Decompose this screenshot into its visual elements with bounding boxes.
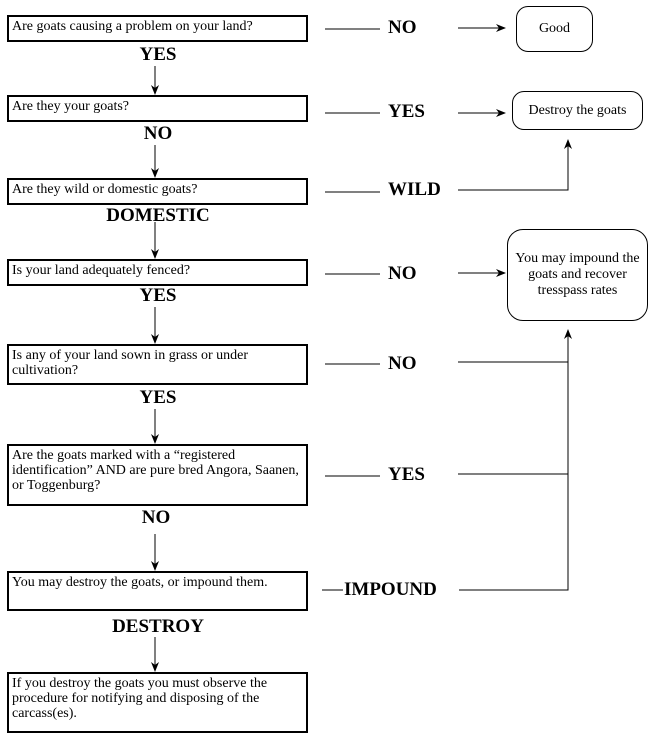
down-label-5: YES (139, 387, 177, 408)
question-text: You may destroy the goats, or impound th… (12, 575, 268, 590)
side-arrow-q3 (458, 139, 572, 191)
side-arrow-q7 (459, 329, 572, 591)
side-label-2: YES (388, 101, 425, 122)
side-label-5: NO (388, 353, 417, 374)
outcome-good-text: Good (538, 21, 571, 36)
outcome-impound: You may impound the goats and recover tr… (507, 229, 648, 321)
side-label-6: YES (388, 464, 425, 485)
outcome-impound-text: You may impound the goats and recover tr… (515, 251, 640, 298)
side-label-7: IMPOUND (344, 579, 437, 600)
down-label-1: YES (139, 44, 177, 65)
down-label-4: YES (139, 285, 177, 306)
question-text: Is any of your land sown in grass or und… (12, 348, 249, 378)
question-text: Are they your goats? (12, 99, 130, 114)
down-label-3: DOMESTIC (106, 205, 210, 226)
question-text: Is your land adequately fenced? (12, 263, 191, 278)
final-step-box: If you destroy the goats you must observ… (7, 672, 308, 733)
side-label-1: NO (388, 17, 417, 38)
question-text: Are they wild or domestic goats? (12, 182, 198, 197)
outcome-destroy: Destroy the goats (512, 91, 643, 130)
down-label-6: NO (141, 507, 171, 528)
question-text: Are goats causing a problem on your land… (12, 19, 253, 34)
side-label-3: WILD (388, 179, 441, 200)
down-label-2: NO (143, 123, 173, 144)
question-box-3: Are they wild or domestic goats? (7, 178, 308, 205)
question-box-2: Are they your goats? (7, 95, 308, 122)
question-box-6: Are the goats marked with a “registered … (7, 444, 308, 506)
question-box-5: Is any of your land sown in grass or und… (7, 344, 308, 385)
final-step-text: If you destroy the goats you must observ… (12, 676, 268, 721)
question-box-1: Are goats causing a problem on your land… (7, 15, 308, 42)
question-box-7: You may destroy the goats, or impound th… (7, 571, 308, 611)
question-text: Are the goats marked with a “registered … (12, 448, 299, 493)
down-label-7: DESTROY (112, 616, 204, 637)
question-box-4: Is your land adequately fenced? (7, 259, 308, 286)
outcome-good: Good (516, 6, 593, 52)
outcome-destroy-text: Destroy the goats (528, 102, 627, 118)
side-label-4: NO (388, 263, 417, 284)
